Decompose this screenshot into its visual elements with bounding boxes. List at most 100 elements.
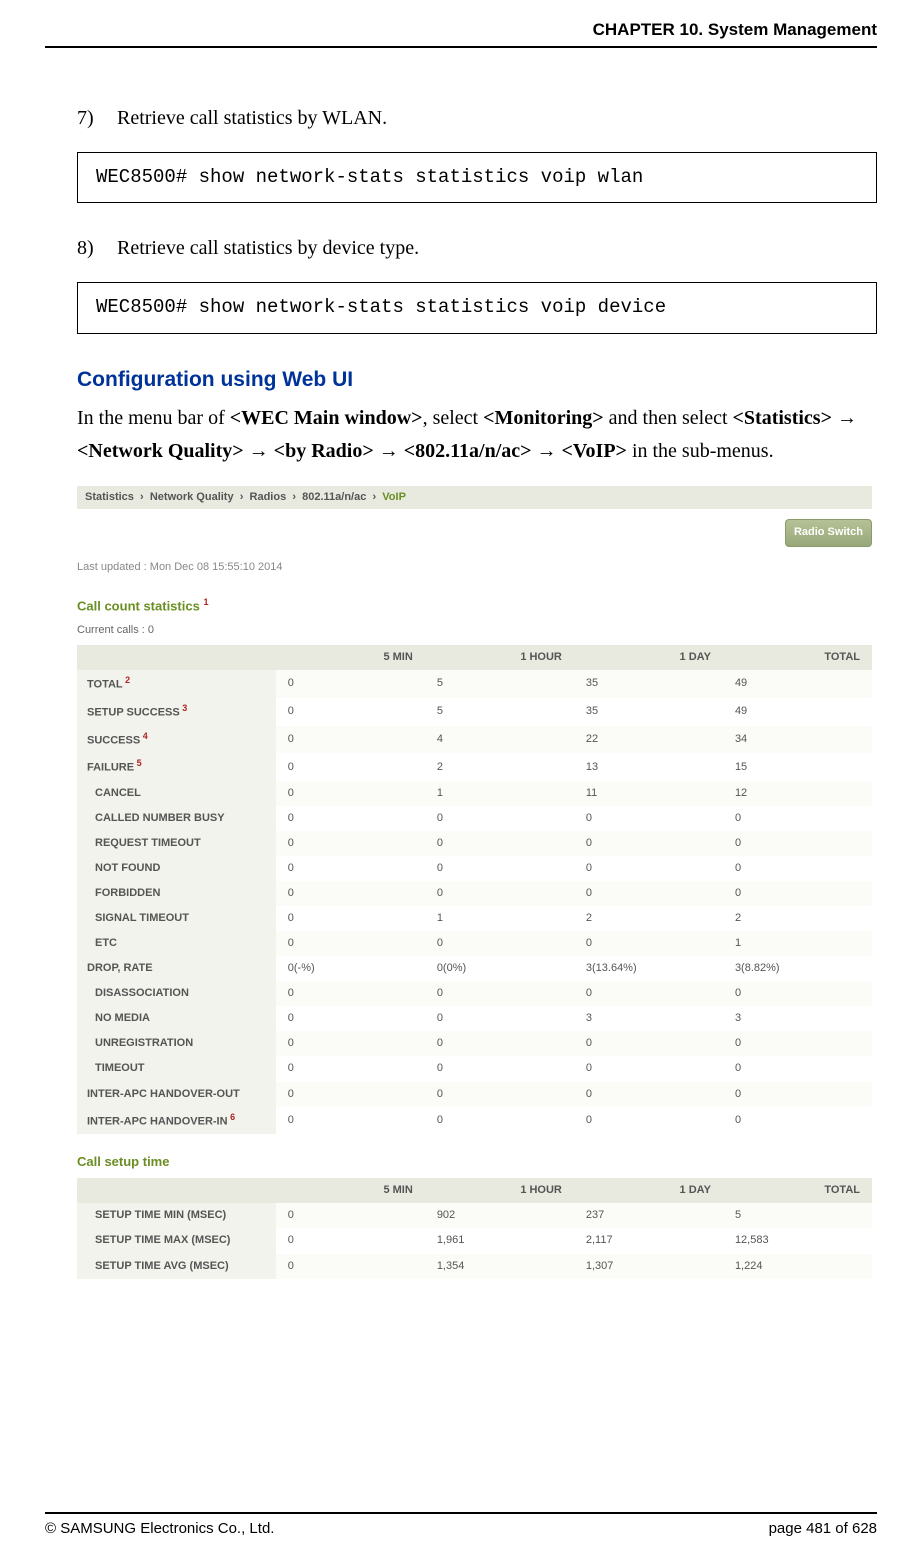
row-header: SETUP TIME AVG (MSEC) xyxy=(77,1254,276,1279)
cell: 0 xyxy=(276,698,425,726)
step-text: Retrieve call statistics by device type. xyxy=(117,233,419,264)
row-header: NOT FOUND xyxy=(77,856,276,881)
cell: 0 xyxy=(723,981,872,1006)
row-header: SIGNAL TIMEOUT xyxy=(77,906,276,931)
cell: 0 xyxy=(276,1056,425,1081)
cell: 0 xyxy=(276,831,425,856)
cell: 1,224 xyxy=(723,1254,872,1279)
cell: 0 xyxy=(276,781,425,806)
cell: 0 xyxy=(425,1031,574,1056)
cell: 0 xyxy=(723,831,872,856)
table-row: SETUP SUCCESS 3053549 xyxy=(77,698,872,726)
cell: 0 xyxy=(276,1006,425,1031)
cell: 1 xyxy=(425,906,574,931)
cell: 0 xyxy=(574,1107,723,1135)
row-header: TOTAL 2 xyxy=(77,670,276,698)
cell: 2 xyxy=(425,753,574,781)
cell: 3(13.64%) xyxy=(574,956,723,981)
col-header: 1 DAY xyxy=(574,645,723,670)
cell: 12 xyxy=(723,781,872,806)
row-header: ETC xyxy=(77,931,276,956)
table-row: UNREGISTRATION0000 xyxy=(77,1031,872,1056)
table-row: CALLED NUMBER BUSY0000 xyxy=(77,806,872,831)
cell: 0 xyxy=(276,1082,425,1107)
step-number: 8) xyxy=(77,233,117,264)
radio-switch-button[interactable]: Radio Switch xyxy=(785,519,872,546)
call-count-table: 5 MIN 1 HOUR 1 DAY TOTAL TOTAL 2053549SE… xyxy=(77,645,872,1134)
embedded-screenshot: Statistics › Network Quality › Radios › … xyxy=(77,486,872,1278)
cell: 0 xyxy=(276,881,425,906)
cell: 0 xyxy=(425,806,574,831)
table-row: NO MEDIA0033 xyxy=(77,1006,872,1031)
cell: 0 xyxy=(574,856,723,881)
table-row: ETC0001 xyxy=(77,931,872,956)
cell: 0 xyxy=(276,1254,425,1279)
cell: 0(-%) xyxy=(276,956,425,981)
breadcrumb: Statistics › Network Quality › Radios › … xyxy=(77,486,872,509)
table-row: INTER-APC HANDOVER-OUT0000 xyxy=(77,1082,872,1107)
table-row: FORBIDDEN0000 xyxy=(77,881,872,906)
col-header: 1 HOUR xyxy=(425,1178,574,1203)
cell: 0 xyxy=(574,1056,723,1081)
col-header: 5 MIN xyxy=(276,1178,425,1203)
instruction-text: In the menu bar of <WEC Main window>, se… xyxy=(77,402,877,468)
cell: 0 xyxy=(574,831,723,856)
cell: 0 xyxy=(276,1203,425,1228)
step-text: Retrieve call statistics by WLAN. xyxy=(117,103,387,134)
row-header: NO MEDIA xyxy=(77,1006,276,1031)
section-title: Configuration using Web UI xyxy=(77,364,877,397)
cell: 2,117 xyxy=(574,1228,723,1253)
row-header: REQUEST TIMEOUT xyxy=(77,831,276,856)
cell: 0 xyxy=(574,806,723,831)
cell: 0 xyxy=(276,1031,425,1056)
cell: 0 xyxy=(723,1031,872,1056)
row-header: CALLED NUMBER BUSY xyxy=(77,806,276,831)
cell: 0 xyxy=(276,670,425,698)
cell: 12,583 xyxy=(723,1228,872,1253)
table-row: SIGNAL TIMEOUT0122 xyxy=(77,906,872,931)
cell: 902 xyxy=(425,1203,574,1228)
cell: 0 xyxy=(425,1107,574,1135)
cell: 0 xyxy=(425,856,574,881)
cell: 5 xyxy=(425,698,574,726)
cell: 1,961 xyxy=(425,1228,574,1253)
cell: 0 xyxy=(276,931,425,956)
col-header: 1 HOUR xyxy=(425,645,574,670)
cell: 0 xyxy=(723,881,872,906)
setup-time-table: 5 MIN 1 HOUR 1 DAY TOTAL SETUP TIME MIN … xyxy=(77,1178,872,1278)
cell: 237 xyxy=(574,1203,723,1228)
cell: 0 xyxy=(425,1056,574,1081)
row-header: SUCCESS 4 xyxy=(77,726,276,754)
row-header: FAILURE 5 xyxy=(77,753,276,781)
table-row: DROP, RATE0(-%)0(0%)3(13.64%)3(8.82%) xyxy=(77,956,872,981)
cell: 0 xyxy=(574,981,723,1006)
cell: 0 xyxy=(723,806,872,831)
table-row: INTER-APC HANDOVER-IN 60000 xyxy=(77,1107,872,1135)
last-updated: Last updated : Mon Dec 08 15:55:10 2014 xyxy=(77,559,872,576)
cell: 5 xyxy=(425,670,574,698)
table-row: TOTAL 2053549 xyxy=(77,670,872,698)
row-header: DISASSOCIATION xyxy=(77,981,276,1006)
cell: 0 xyxy=(425,1082,574,1107)
row-header: SETUP SUCCESS 3 xyxy=(77,698,276,726)
cell: 2 xyxy=(574,906,723,931)
row-header: UNREGISTRATION xyxy=(77,1031,276,1056)
command-box-device: WEC8500# show network-stats statistics v… xyxy=(77,282,877,333)
cell: 0 xyxy=(276,753,425,781)
cell: 5 xyxy=(723,1203,872,1228)
col-header: TOTAL xyxy=(723,645,872,670)
row-header: TIMEOUT xyxy=(77,1056,276,1081)
cell: 0 xyxy=(723,1107,872,1135)
cell: 15 xyxy=(723,753,872,781)
cell: 0 xyxy=(425,831,574,856)
cell: 34 xyxy=(723,726,872,754)
cell: 1,307 xyxy=(574,1254,723,1279)
table-row: NOT FOUND0000 xyxy=(77,856,872,881)
table-row: SUCCESS 4042234 xyxy=(77,726,872,754)
table-row: SETUP TIME AVG (MSEC)01,3541,3071,224 xyxy=(77,1254,872,1279)
row-header: INTER-APC HANDOVER-IN 6 xyxy=(77,1107,276,1135)
cell: 0 xyxy=(425,1006,574,1031)
cell: 35 xyxy=(574,698,723,726)
cell: 0 xyxy=(723,856,872,881)
step-8: 8) Retrieve call statistics by device ty… xyxy=(77,233,877,264)
